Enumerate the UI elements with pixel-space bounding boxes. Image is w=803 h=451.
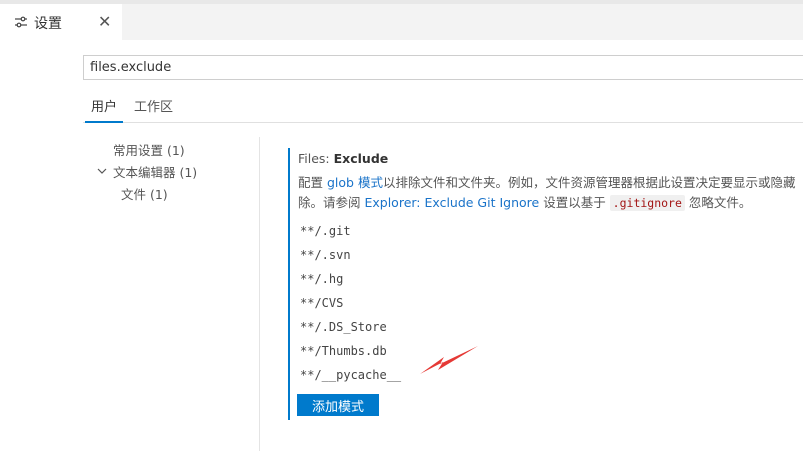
- glob-pattern-link[interactable]: glob 模式: [327, 175, 383, 190]
- setting-description: 配置 glob 模式以排除文件和文件夹。例如，文件资源管理器根据此设置决定要显示…: [298, 173, 795, 213]
- explorer-exclude-git-ignore-link[interactable]: Explorer: Exclude Git Ignore: [364, 195, 539, 210]
- red-arrow-annotation-icon: [420, 346, 478, 374]
- desc-text: 配置: [298, 175, 327, 190]
- tab-title: 设置: [34, 16, 62, 32]
- setting-title: Files: Exclude: [298, 151, 388, 166]
- settings-sliders-icon: [14, 15, 28, 29]
- list-item[interactable]: **/__pycache__: [300, 368, 401, 382]
- list-item[interactable]: **/.git: [300, 224, 351, 238]
- list-item[interactable]: **/CVS: [300, 296, 343, 310]
- scope-tabs: 用户 工作区: [83, 92, 803, 123]
- list-item[interactable]: **/.DS_Store: [300, 320, 387, 334]
- setting-files-exclude: Files: Exclude 配置 glob 模式以排除文件和文件夹。例如，文件…: [288, 148, 803, 423]
- desc-text: 以排除文件和文件夹。例如，文件资源管理器根据此设置决定要显示或隐藏: [382, 175, 796, 190]
- list-item[interactable]: **/.hg: [300, 272, 343, 286]
- setting-category: Files:: [298, 151, 334, 166]
- list-item[interactable]: **/.svn: [300, 248, 351, 262]
- toc-item-text-editor[interactable]: 文本编辑器 (1): [113, 162, 197, 181]
- editor-tab-bar: 设置 ✕: [0, 0, 803, 44]
- add-pattern-button[interactable]: 添加模式: [297, 394, 379, 416]
- tab-user[interactable]: 用户: [84, 96, 124, 123]
- toc-divider: [259, 137, 260, 451]
- chevron-down-icon[interactable]: [97, 166, 107, 176]
- list-item[interactable]: **/Thumbs.db: [300, 344, 387, 358]
- settings-tab[interactable]: 设置 ✕: [0, 4, 122, 44]
- toc-item-files[interactable]: 文件 (1): [121, 184, 168, 203]
- gitignore-code: .gitignore: [609, 195, 685, 211]
- settings-search-input[interactable]: [83, 55, 803, 80]
- tab-workspace[interactable]: 工作区: [134, 96, 173, 115]
- description-line-1: 配置 glob 模式以排除文件和文件夹。例如，文件资源管理器根据此设置决定要显示…: [298, 173, 795, 193]
- desc-text: 忽略文件。: [684, 195, 752, 210]
- desc-text: 设置以基于: [539, 195, 610, 210]
- description-line-2: 除。请参阅 Explorer: Exclude Git Ignore 设置以基于…: [298, 193, 795, 213]
- desc-text: 除。请参阅: [298, 195, 365, 210]
- setting-name: Exclude: [333, 151, 389, 166]
- close-icon[interactable]: ✕: [98, 13, 111, 31]
- focus-indicator: [288, 148, 290, 420]
- toc-item-common[interactable]: 常用设置 (1): [113, 140, 185, 159]
